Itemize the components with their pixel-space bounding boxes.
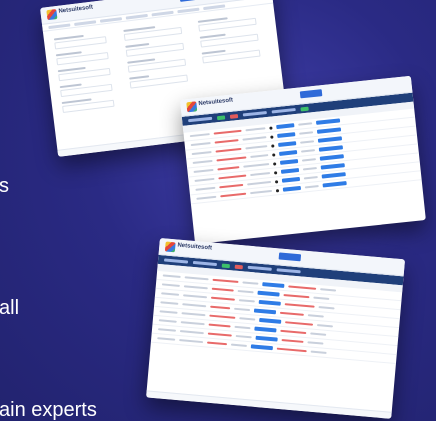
action-button[interactable]	[322, 181, 347, 188]
view-button[interactable]	[276, 123, 295, 130]
open-button[interactable]	[259, 317, 282, 324]
open-button[interactable]	[250, 344, 273, 351]
action-button[interactable]	[316, 127, 342, 134]
app-brand: Netsuitesoft	[177, 242, 213, 252]
app-brand: Netsuitesoft	[58, 4, 94, 15]
view-button[interactable]	[280, 167, 300, 174]
view-button[interactable]	[279, 159, 299, 165]
action-button[interactable]	[319, 154, 344, 161]
open-button[interactable]	[258, 299, 281, 306]
app-logo-icon	[164, 241, 176, 253]
app-logo-icon	[186, 101, 198, 113]
header-action-button[interactable]	[299, 89, 323, 99]
action-button[interactable]	[318, 145, 344, 152]
marketing-text-line-3: ain experts	[0, 399, 97, 421]
header-action-button[interactable]	[179, 0, 207, 2]
marketing-text-line-2: all	[0, 297, 20, 319]
open-button[interactable]	[254, 326, 277, 333]
view-button[interactable]	[278, 141, 297, 147]
action-button[interactable]	[317, 136, 343, 143]
view-button[interactable]	[278, 150, 298, 156]
action-button[interactable]	[321, 172, 346, 179]
app-logo-icon	[46, 9, 58, 21]
action-button[interactable]	[320, 163, 345, 170]
app-brand: Netsuitesoft	[198, 97, 234, 108]
header-action-button[interactable]	[278, 252, 302, 262]
open-button[interactable]	[262, 282, 285, 289]
view-button[interactable]	[281, 176, 301, 183]
view-button[interactable]	[282, 185, 302, 192]
open-button[interactable]	[255, 335, 278, 342]
records-list-screenshot: Netsuitesoft	[180, 75, 426, 245]
action-button[interactable]	[315, 118, 341, 125]
app-footer	[146, 390, 392, 419]
marketing-text-line-1: s	[0, 175, 9, 197]
open-button[interactable]	[257, 290, 280, 297]
view-button[interactable]	[277, 132, 296, 139]
records-table-screenshot: Netsuitesoft	[146, 238, 406, 419]
open-button[interactable]	[253, 308, 277, 315]
